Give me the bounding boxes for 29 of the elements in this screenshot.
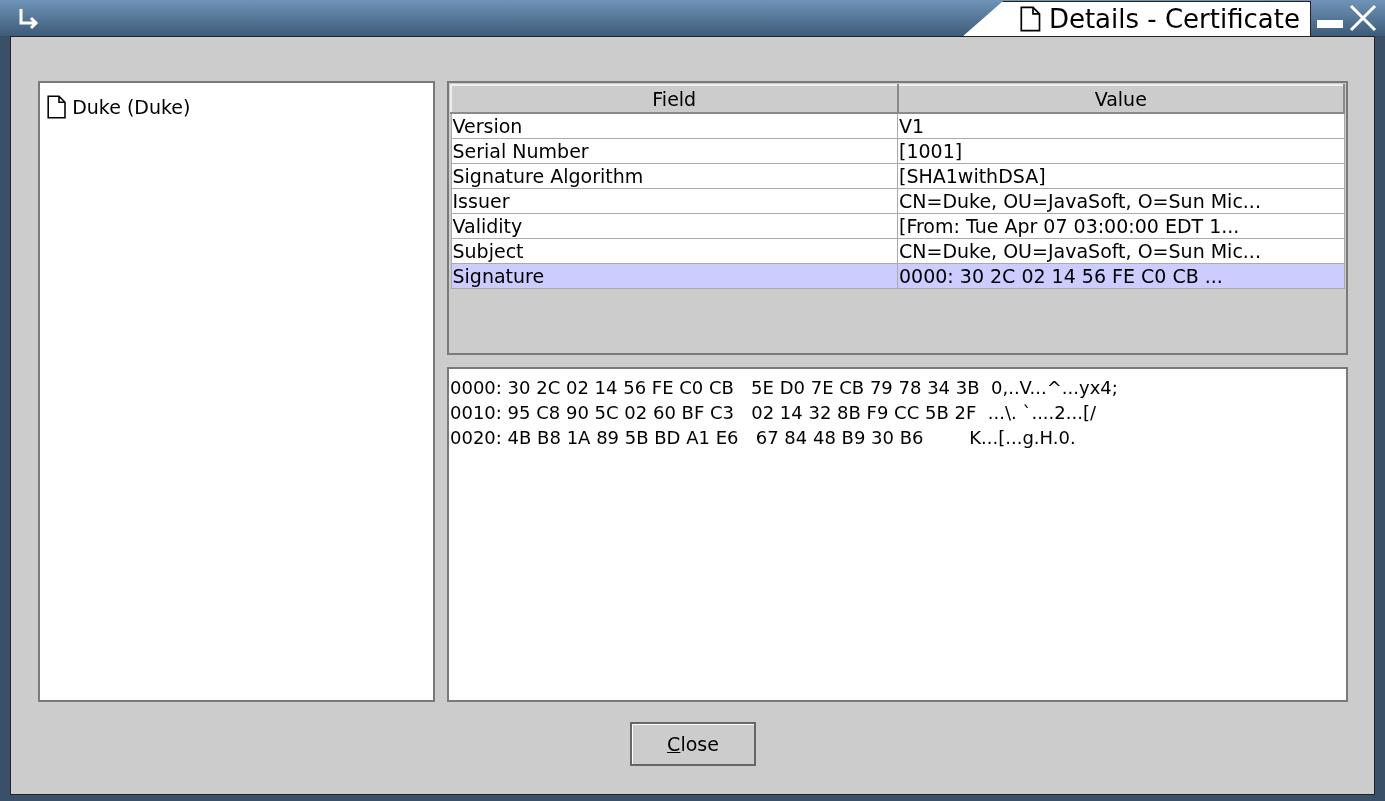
hex-line: 0020: 4B B8 1A 89 5B BD A1 E6 67 84 48 B9 30 B6 K...[...g.H.0. xyxy=(450,426,1077,450)
table-cell[interactable]: Signature Algorithm xyxy=(451,163,898,189)
hex-line: 0010: 95 C8 90 5C 02 60 BF C3 02 14 32 8B F9 CC 5B 2F ...\. `....2...[/ xyxy=(450,401,1097,425)
minimize-icon[interactable] xyxy=(1317,20,1343,30)
document-icon xyxy=(47,95,67,119)
table-cell[interactable]: Subject xyxy=(451,238,898,264)
table-cell[interactable]: Validity xyxy=(451,213,898,239)
table-cell[interactable]: Signature xyxy=(451,263,898,289)
tree-item-label: Duke (Duke) xyxy=(72,96,191,118)
window-title: Details - Certificate xyxy=(1048,4,1300,34)
tree-item[interactable]: Duke (Duke) xyxy=(44,93,194,121)
table-cell[interactable]: CN=Duke, OU=JavaSoft, O=Sun Mic... xyxy=(897,188,1344,214)
close-button[interactable]: Close xyxy=(630,722,756,766)
column-header[interactable]: Field xyxy=(451,85,898,113)
table-cell[interactable]: [From: Tue Apr 07 03:00:00 EDT 1... xyxy=(897,213,1344,239)
column-header[interactable]: Value xyxy=(897,85,1344,113)
document-icon xyxy=(1020,6,1041,32)
close-icon[interactable] xyxy=(1349,4,1377,32)
table-cell[interactable]: [1001] xyxy=(897,138,1344,164)
table-cell[interactable]: Serial Number xyxy=(451,138,898,164)
window-menu-icon[interactable] xyxy=(18,8,40,30)
title-tab[interactable]: Details - Certificate xyxy=(963,1,1311,36)
table-cell[interactable]: 0000: 30 2C 02 14 56 FE C0 CB ... xyxy=(897,263,1344,289)
table-cell[interactable]: Issuer xyxy=(451,188,898,214)
table-cell[interactable]: CN=Duke, OU=JavaSoft, O=Sun Mic... xyxy=(897,238,1344,264)
hex-line: 0000: 30 2C 02 14 56 FE C0 CB 5E D0 7E CB 79 78 34 3B 0,..V...^...yx4; xyxy=(450,376,1119,400)
table-cell[interactable]: Version xyxy=(451,113,898,139)
table-cell[interactable]: V1 xyxy=(897,113,1344,139)
table-cell[interactable]: [SHA1withDSA] xyxy=(897,163,1344,189)
